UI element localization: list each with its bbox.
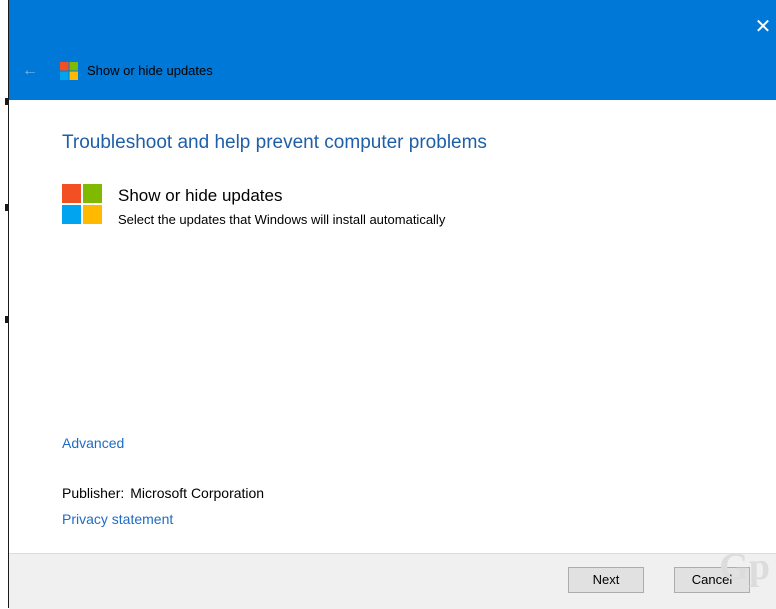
title-bar: ✕ ← Show or hide updates [9, 0, 776, 100]
advanced-link[interactable]: Advanced [62, 434, 124, 452]
troubleshooter-window: ✕ ← Show or hide updates Troubleshoot an… [9, 0, 776, 609]
watermark-logo: Gp [719, 546, 770, 588]
edge-tick [5, 316, 8, 323]
edge-tick [5, 204, 8, 211]
publisher-label: Publisher: [62, 485, 125, 501]
publisher-info: Publisher: Microsoft Corporation [62, 484, 264, 502]
windows-logo-icon [60, 62, 78, 80]
button-bar: Next Cancel [9, 553, 776, 609]
troubleshooter-description: Select the updates that Windows will ins… [118, 212, 446, 227]
page-heading: Troubleshoot and help prevent computer p… [62, 132, 487, 153]
publisher-value: Microsoft Corporation [130, 485, 265, 501]
close-icon[interactable]: ✕ [750, 14, 776, 40]
window-title: Show or hide updates [87, 63, 213, 78]
back-arrow-icon[interactable]: ← [19, 60, 41, 82]
windows-logo-icon [62, 184, 102, 224]
edge-tick [5, 98, 8, 105]
next-button[interactable]: Next [568, 567, 644, 593]
troubleshooter-name: Show or hide updates [118, 186, 283, 205]
privacy-statement-link[interactable]: Privacy statement [62, 510, 173, 528]
